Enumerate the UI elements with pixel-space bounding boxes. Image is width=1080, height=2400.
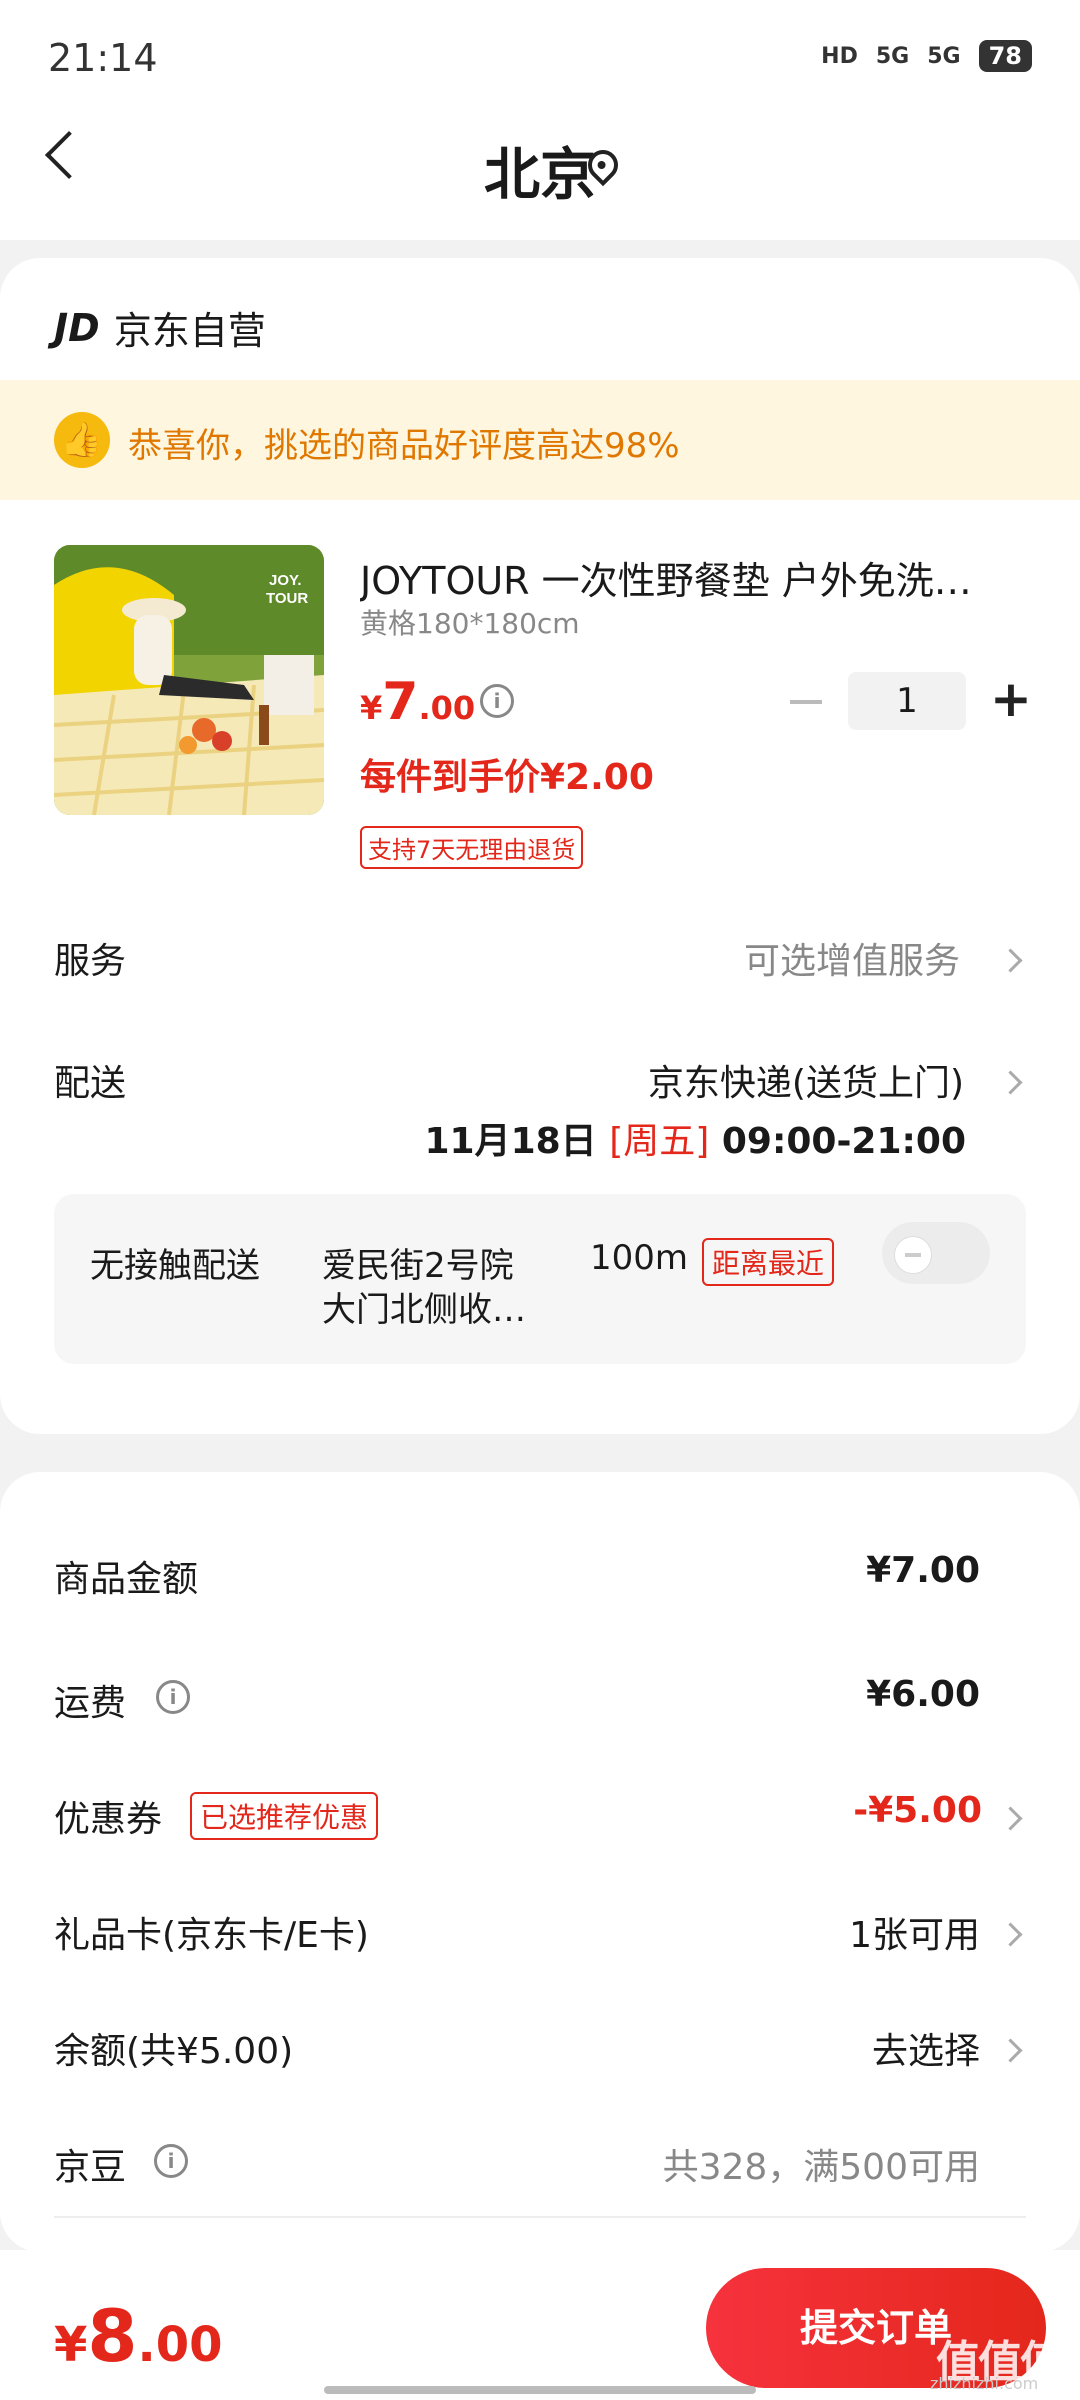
jd-logo-icon: JD [54,305,100,350]
quantity-value[interactable]: 1 [848,672,966,730]
summary-divider [54,2216,1026,2218]
delivery-date: 11月18日 [424,1121,597,1162]
delivery-label: 配送 [54,1063,127,1104]
shipping-value: ¥6.00 [866,1674,980,1715]
price-info-icon[interactable]: i [480,684,514,718]
quantity-decrease-button[interactable] [790,700,822,704]
shipping-label: 运费 [54,1683,127,1724]
total-price: ¥8.00 [54,2294,223,2378]
battery-icon: 78 [978,40,1032,72]
jingdou-label: 京豆 [54,2147,127,2188]
giftcard-label: 礼品卡(京东卡/E卡) [54,1915,369,1956]
shop-header: JD 京东自营 [54,300,266,355]
shop-name: 京东自营 [113,309,266,353]
product-spec: 黄格180*180cm [360,607,580,640]
hd-icon: HD [821,43,858,69]
balance-label: 余额(共¥5.00) [54,2031,294,2072]
goods-amount-value: ¥7.00 [866,1550,980,1591]
status-icons: HD 5G 5G 78 [821,40,1032,72]
home-indicator[interactable] [324,2386,756,2394]
jingdou-info-icon[interactable]: i [154,2144,188,2178]
toggle-knob[interactable] [894,1236,932,1274]
signal-icon-1: 5G [875,43,910,69]
coupon-label: 优惠券 [54,1799,163,1840]
delivery-window: 09:00-21:00 [721,1121,966,1162]
watermark-url: zhizhizhi.com [930,2374,1039,2393]
product-price: ¥7.00 [360,672,476,732]
nearest-tag: 距离最近 [702,1238,835,1286]
banner-text: 恭喜你，挑选的商品好评度高达98% [128,426,680,466]
coupon-tag: 已选推荐优惠 [190,1792,379,1840]
goods-amount-label: 商品金额 [54,1559,199,1600]
quantity-increase-button[interactable]: + [990,670,1032,728]
service-value[interactable]: 可选增值服务 [744,932,960,984]
product-title[interactable]: JOYTOUR 一次性野餐垫 户外免洗… [360,550,1010,605]
distance: 100m [590,1238,689,1278]
jingdou-value: 共328，满500可用 [662,2147,980,2188]
delivery-method[interactable]: 京东快递(送货上门) [648,1054,964,1106]
coupon-value[interactable]: -¥5.00 [853,1790,982,1831]
signal-icon-2: 5G [927,43,961,69]
return-policy-tag: 支持7天无理由退货 [360,826,584,869]
contactless-label: 无接触配送 [90,1246,260,1286]
service-label: 服务 [54,941,127,982]
shipping-info-icon[interactable]: i [156,1680,190,1714]
status-time: 21:14 [48,36,158,80]
city-title[interactable]: 北京 [0,130,1080,211]
svg-text:JOY.: JOY. [269,572,302,589]
address-line-2: 大门北侧收… [322,1290,526,1330]
thumbs-up-icon: 👍 [54,412,110,468]
svg-text:TOUR: TOUR [266,590,308,607]
picnic-photo: JOY. TOUR [54,545,324,815]
giftcard-value[interactable]: 1张可用 [849,1906,980,1958]
delivery-time[interactable]: 11月18日 [周五] 09:00-21:00 [424,1112,966,1164]
product-image[interactable]: JOY. TOUR [54,545,324,815]
delivery-weekday: [周五] [609,1121,710,1162]
address-line-1: 爱民街2号院 [322,1246,514,1286]
balance-value[interactable]: 去选择 [872,2022,980,2074]
unit-price: 每件到手价¥2.00 [360,757,654,798]
